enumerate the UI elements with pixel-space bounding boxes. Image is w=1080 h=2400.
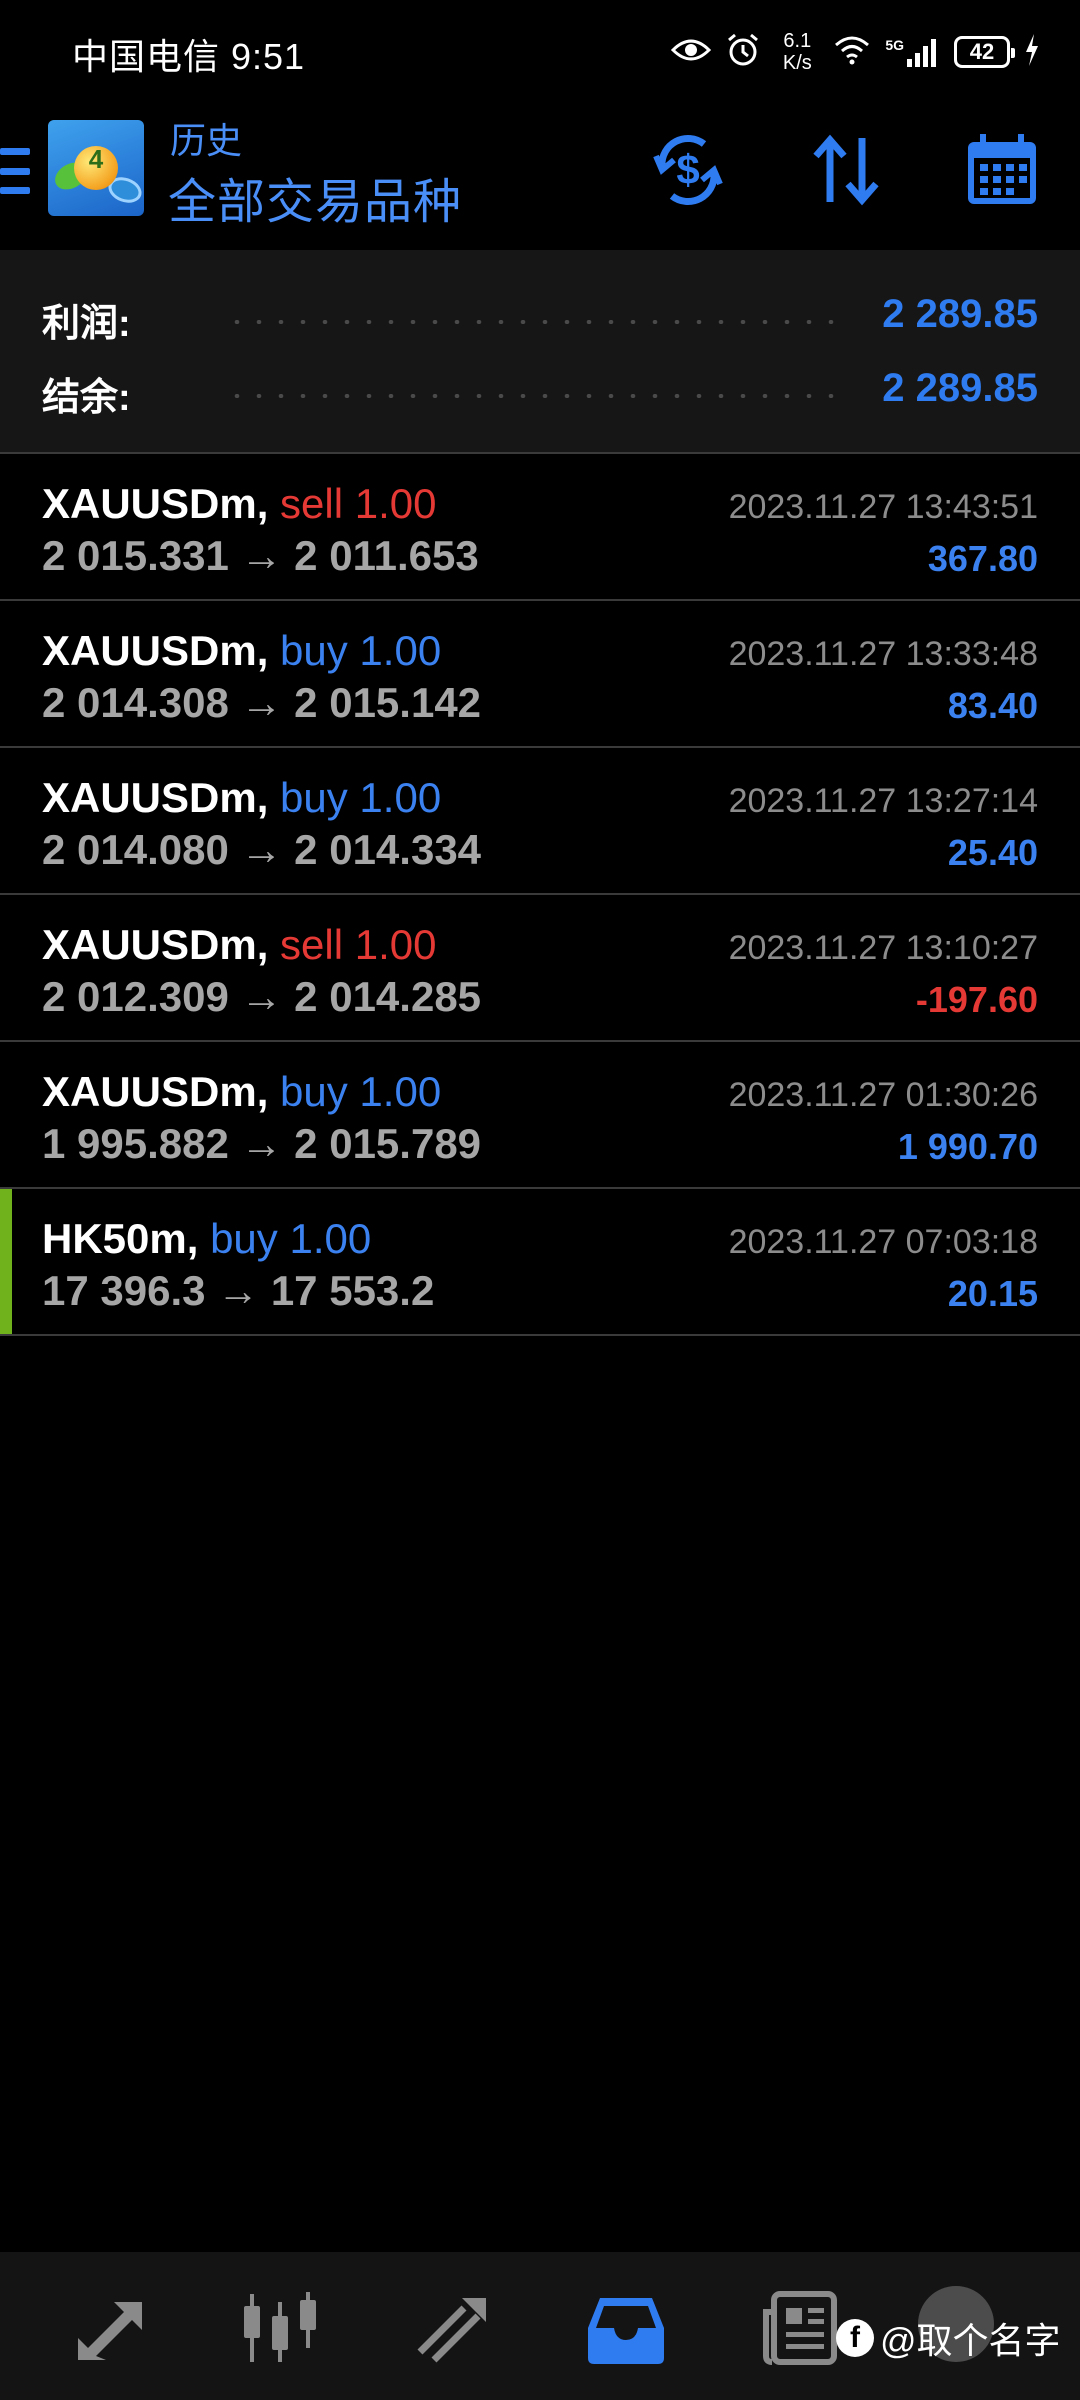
- trade-prices: 2 015.331 → 2 011.653: [42, 532, 479, 579]
- trade-row[interactable]: XAUUSDm, buy 1.00 1 995.882 → 2 015.789 …: [0, 1042, 1080, 1189]
- balance-value: 2 289.85: [882, 366, 1038, 410]
- trade-time: 2023.11.27 13:33:48: [728, 635, 1038, 673]
- watermark-text: @取个名字: [880, 2320, 1061, 2361]
- trade-type: sell 1.00: [280, 480, 437, 527]
- trade-profit: 20.15: [947, 1273, 1038, 1314]
- trade-profit: 367.80: [927, 538, 1038, 579]
- trade-prices: 17 396.3 → 17 553.2: [42, 1267, 435, 1314]
- calendar-icon[interactable]: [962, 130, 1042, 210]
- network-speed: 6.1 K/s: [782, 30, 812, 74]
- signal-icon: 5G: [885, 37, 940, 67]
- eye-icon: [671, 36, 712, 69]
- trade-row[interactable]: HK50m, buy 1.00 17 396.3 → 17 553.2 2023…: [0, 1189, 1080, 1336]
- status-bar: 中国电信 9:51 6.1 K/s 5G 42: [0, 0, 1080, 100]
- menu-icon[interactable]: [0, 148, 30, 194]
- profit-label: 利润:: [42, 303, 131, 345]
- trade-time: 2023.11.27 13:27:14: [728, 782, 1038, 820]
- trade-row[interactable]: XAUUSDm, sell 1.00 2 012.309 → 2 014.285…: [0, 895, 1080, 1042]
- trade-symbol: XAUUSDm,: [42, 774, 269, 821]
- svg-text:$: $: [676, 146, 699, 193]
- trade-time: 2023.11.27 01:30:26: [728, 1076, 1038, 1114]
- trade-type: sell 1.00: [280, 921, 437, 968]
- trade-type: buy 1.00: [280, 774, 442, 821]
- wifi-icon: [833, 35, 871, 70]
- trade-profit: -197.60: [915, 979, 1038, 1020]
- chart-candles-icon[interactable]: [240, 2288, 320, 2368]
- toolbar: 4 历史 全部交易品种 $: [0, 100, 1080, 250]
- page-title[interactable]: 全部交易品种: [168, 162, 462, 232]
- trade-type: buy 1.00: [280, 627, 442, 674]
- dot-leader: [226, 394, 840, 398]
- app-logo: 4: [48, 120, 144, 216]
- trade-row[interactable]: XAUUSDm, buy 1.00 2 014.080 → 2 014.334 …: [0, 748, 1080, 895]
- trade-time: 2023.11.27 13:10:27: [728, 929, 1038, 967]
- trade-prices: 2 014.308 → 2 015.142: [42, 679, 482, 726]
- alarm-icon: [725, 32, 761, 73]
- carrier-time: 中国电信 9:51: [72, 36, 306, 77]
- trade-symbol: XAUUSDm,: [42, 921, 269, 968]
- trade-profit: 1 990.70: [897, 1126, 1038, 1167]
- profit-row: 利润: 2 289.85: [0, 282, 1080, 352]
- trade-prices: 2 014.080 → 2 014.334: [42, 826, 482, 873]
- trade-prices: 2 012.309 → 2 014.285: [42, 973, 482, 1020]
- trade-prices: 1 995.882 → 2 015.789: [42, 1120, 482, 1167]
- trade-row[interactable]: XAUUSDm, buy 1.00 2 014.308 → 2 015.142 …: [0, 601, 1080, 748]
- news-icon[interactable]: [760, 2288, 840, 2368]
- balance-row: 结余: 2 289.85: [0, 356, 1080, 426]
- trade-row[interactable]: XAUUSDm, sell 1.00 2 015.331 → 2 011.653…: [0, 454, 1080, 601]
- quotes-icon[interactable]: [70, 2288, 150, 2368]
- sort-icon[interactable]: [806, 130, 886, 210]
- watermark: f @取个名字: [836, 2312, 1061, 2364]
- trade-time: 2023.11.27 13:43:51: [728, 488, 1038, 526]
- history-inbox-icon[interactable]: [586, 2288, 666, 2368]
- trade-type: buy 1.00: [210, 1215, 372, 1262]
- battery-indicator: 42: [954, 36, 1015, 68]
- trade-profit: 83.40: [947, 685, 1038, 726]
- trade-type: buy 1.00: [280, 1068, 442, 1115]
- trade-symbol: XAUUSDm,: [42, 1068, 269, 1115]
- profit-value: 2 289.85: [882, 292, 1038, 336]
- summary-panel: 利润: 2 289.85 结余: 2 289.85: [0, 250, 1080, 454]
- trade-symbol: HK50m,: [42, 1215, 199, 1262]
- trade-profit: 25.40: [947, 832, 1038, 873]
- dot-leader: [226, 320, 840, 324]
- balance-label: 结余:: [42, 377, 131, 419]
- charging-icon: [1024, 33, 1040, 71]
- trade-icon[interactable]: [414, 2288, 494, 2368]
- trade-history-list: XAUUSDm, sell 1.00 2 015.331 → 2 011.653…: [0, 454, 1080, 1336]
- page-subtitle[interactable]: 历史: [170, 112, 242, 164]
- currency-exchange-icon[interactable]: $: [648, 130, 728, 210]
- trade-time: 2023.11.27 07:03:18: [728, 1223, 1038, 1261]
- trade-symbol: XAUUSDm,: [42, 480, 269, 527]
- trade-symbol: XAUUSDm,: [42, 627, 269, 674]
- facebook-icon: f: [836, 2319, 874, 2357]
- status-icons: 6.1 K/s 5G 42: [671, 22, 1040, 82]
